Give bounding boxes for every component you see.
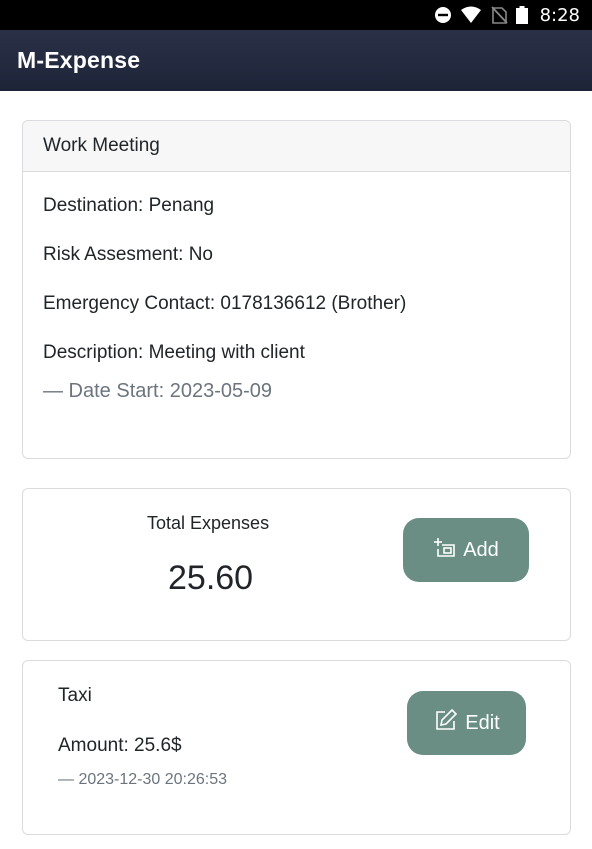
total-expenses-card: Total Expenses 25.60 Add	[22, 488, 571, 641]
add-expense-button[interactable]: Add	[403, 518, 529, 582]
trip-emergency-contact: Emergency Contact: 0178136612 (Brother)	[43, 293, 407, 314]
status-bar: 8:28	[0, 0, 592, 30]
battery-icon	[515, 6, 528, 24]
edit-button-label: Edit	[465, 711, 500, 734]
status-time: 8:28	[539, 4, 580, 26]
app-title: M-Expense	[17, 47, 141, 73]
add-button-label: Add	[463, 538, 499, 561]
trip-destination: Destination: Penang	[43, 195, 215, 216]
wifi-icon	[460, 6, 482, 24]
add-receipt-icon	[433, 535, 457, 565]
do-not-disturb-icon	[434, 6, 452, 24]
trip-details-body: Destination: Penang Risk Assesment: No E…	[23, 172, 570, 403]
trip-name: Work Meeting	[23, 121, 570, 172]
app-bar: M-Expense	[0, 30, 592, 91]
trip-details-card: Work Meeting Destination: Penang Risk As…	[22, 120, 571, 459]
no-sim-icon	[490, 6, 508, 24]
expense-type: Taxi	[58, 685, 92, 706]
total-expenses-label: Total Expenses	[147, 513, 270, 533]
expense-item-card: Taxi Amount: 25.6$ — 2023-12-30 20:26:53…	[22, 660, 571, 835]
edit-expense-button[interactable]: Edit	[407, 691, 526, 755]
total-expenses-value: 25.60	[168, 559, 254, 597]
expense-amount: Amount: 25.6$	[58, 735, 182, 756]
trip-description: Description: Meeting with client	[43, 342, 305, 363]
edit-icon	[433, 707, 459, 739]
trip-date-start: — Date Start: 2023-05-09	[43, 380, 273, 402]
trip-risk-assessment: Risk Assesment: No	[43, 244, 213, 265]
expense-datetime: — 2023-12-30 20:26:53	[58, 771, 228, 788]
